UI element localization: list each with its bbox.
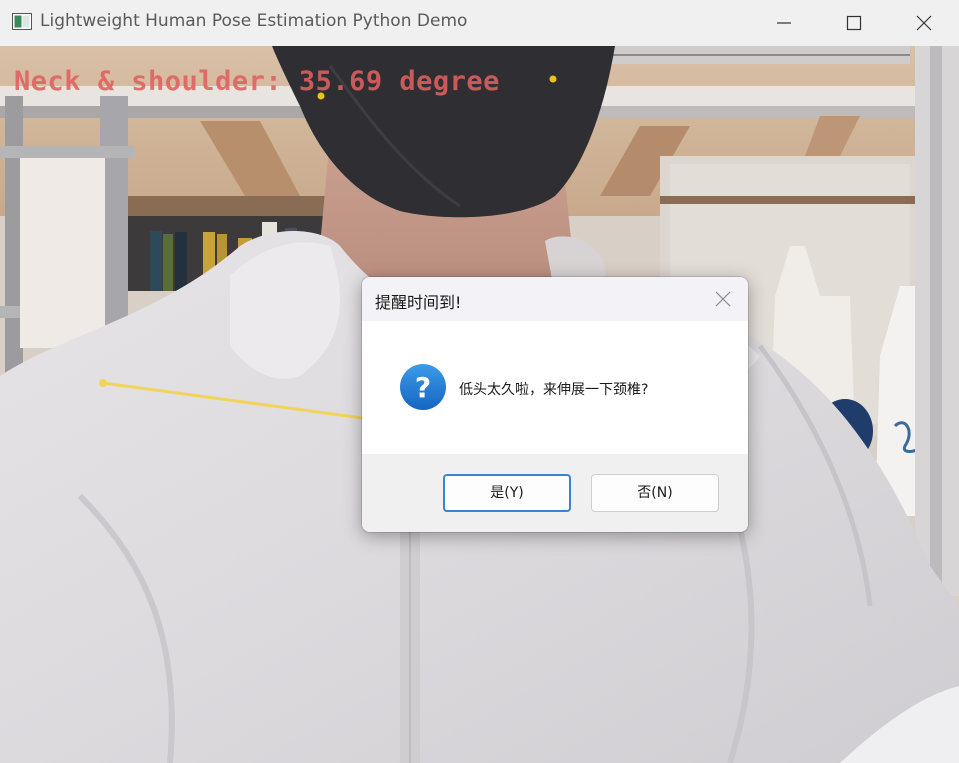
shoulder-keypoint: [99, 379, 107, 387]
svg-text:?: ?: [415, 371, 431, 404]
window-titlebar[interactable]: Lightweight Human Pose Estimation Python…: [0, 0, 959, 47]
minimize-button[interactable]: [753, 0, 815, 46]
window-title: Lightweight Human Pose Estimation Python…: [40, 11, 468, 31]
ear-keypoint: [549, 75, 557, 83]
close-button[interactable]: [893, 0, 955, 46]
neck-shoulder-angle-label: Neck & shoulder: 35.69 degree: [14, 66, 500, 97]
maximize-icon: [846, 15, 862, 31]
dialog-body: ? 低头太久啦，来伸展一下颈椎?: [362, 321, 748, 454]
close-icon: [916, 15, 932, 31]
question-icon: ?: [399, 363, 447, 411]
reminder-dialog: 提醒时间到! ? 低头太久啦，来伸展一下颈椎? 是(Y) 否(N): [362, 277, 748, 532]
dialog-title: 提醒时间到!: [375, 293, 462, 312]
dialog-close-button[interactable]: [708, 285, 738, 313]
dialog-footer: 是(Y) 否(N): [362, 454, 748, 532]
dialog-titlebar[interactable]: 提醒时间到!: [362, 277, 748, 321]
maximize-button[interactable]: [823, 0, 885, 46]
dialog-message: 低头太久啦，来伸展一下颈椎?: [459, 382, 649, 398]
app-window-icon: [12, 13, 32, 30]
close-icon: [715, 291, 731, 307]
pose-demo-window: Lightweight Human Pose Estimation Python…: [0, 0, 959, 763]
minimize-icon: [777, 22, 791, 24]
no-button[interactable]: 否(N): [591, 474, 719, 512]
yes-button[interactable]: 是(Y): [443, 474, 571, 512]
